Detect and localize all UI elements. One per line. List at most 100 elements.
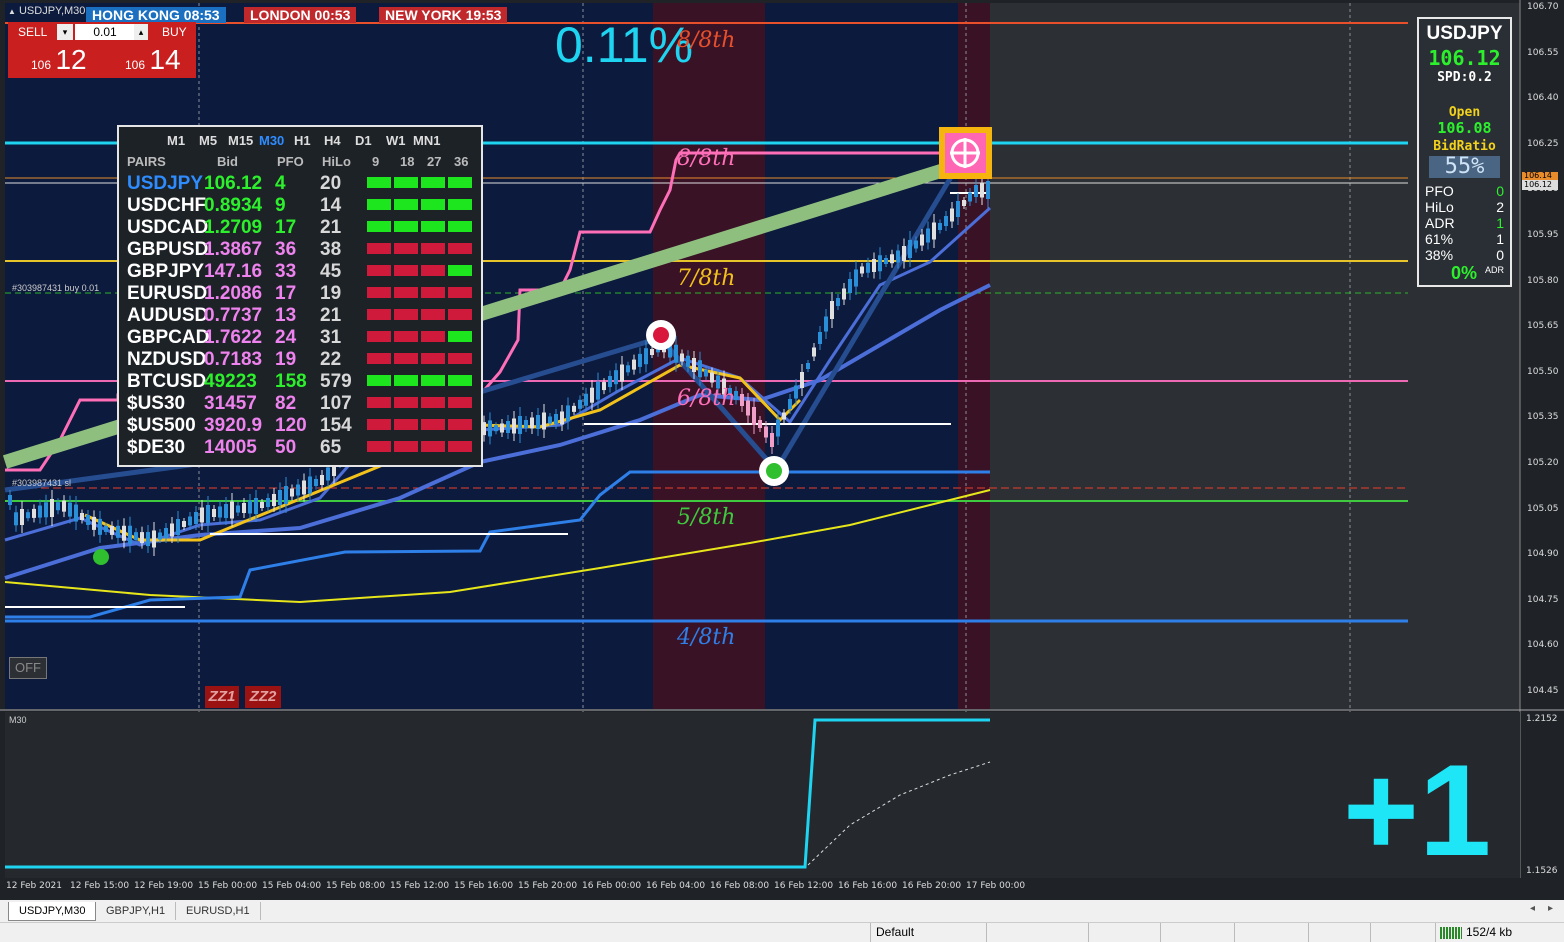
dashboard-row[interactable]: AUDUSD 0.7737 13 21 — [119, 305, 481, 327]
pair-hilo: 22 — [320, 349, 342, 370]
dashboard-row[interactable]: BTCUSD 49223 158 579 — [119, 371, 481, 393]
dashboard-row[interactable]: $US30 31457 82 107 — [119, 393, 481, 415]
session-hongkong: HONG KONG 08:53 — [86, 7, 226, 23]
timeframe-m15[interactable]: M15 — [228, 133, 253, 148]
candle-body — [116, 525, 120, 538]
chart-symbol-label: ▲ USDJPY,M30 — [8, 5, 85, 17]
trend-cell — [394, 441, 418, 452]
trend-cell — [394, 353, 418, 364]
pair-pfo: 17 — [275, 217, 297, 238]
octave-label-6: 6/8th — [677, 386, 736, 411]
pair-hilo: 31 — [320, 327, 342, 348]
pair-hilo: 65 — [320, 437, 342, 458]
sell-price[interactable]: 106 12 — [31, 44, 87, 76]
lot-decrease-button[interactable]: ▾ — [57, 24, 73, 40]
trend-cell — [421, 221, 445, 232]
pair-pfo: 120 — [275, 415, 307, 436]
lot-increase-button[interactable]: ▴ — [134, 24, 148, 40]
tab-scroll-right-icon[interactable]: ▸ — [1548, 903, 1553, 914]
pair-bid: 106.12 — [204, 173, 263, 194]
pair-hilo: 38 — [320, 239, 342, 260]
octave-label-5: 5/8th — [677, 505, 736, 530]
pair-pfo: 19 — [275, 349, 297, 370]
session-newyork: NEW YORK 19:53 — [379, 7, 508, 23]
candle-body — [764, 426, 768, 438]
pair-bid: 1.2086 — [204, 283, 263, 304]
trend-cell — [421, 287, 445, 298]
candle-body — [986, 181, 990, 199]
dashboard-row[interactable]: GBPUSD 1.3867 36 38 — [119, 239, 481, 261]
candle-body — [8, 495, 12, 505]
trend-cell — [394, 331, 418, 342]
trend-cell — [421, 177, 445, 188]
price-tick-label: 104.45 — [1527, 686, 1559, 696]
sell-button[interactable]: SELL — [18, 25, 47, 39]
trend-cell — [394, 375, 418, 386]
pair-name: GBPCAD — [127, 327, 210, 348]
timeframe-d1[interactable]: D1 — [355, 133, 372, 148]
candle-body — [176, 519, 180, 535]
candle-body — [278, 490, 282, 505]
lot-size-input[interactable]: 0.01 — [75, 24, 135, 40]
timeframe-h1[interactable]: H1 — [294, 133, 311, 148]
octave-label-8b: 8/8th — [677, 146, 736, 171]
timeframe-mn1[interactable]: MN1 — [413, 133, 440, 148]
pair-pfo: 82 — [275, 393, 297, 414]
candle-body — [536, 415, 540, 429]
dashboard-row[interactable]: GBPCAD 1.7622 24 31 — [119, 327, 481, 349]
dropdown-icon[interactable]: ▲ — [8, 7, 16, 16]
zz1-button[interactable]: ZZ1 — [205, 686, 239, 708]
pair-bid: 31457 — [204, 393, 257, 414]
price-tick-label: 105.95 — [1527, 230, 1559, 240]
price-tick-label: 105.20 — [1527, 458, 1559, 468]
pair-name: $US500 — [127, 415, 196, 436]
time-tick-label: 15 Feb 12:00 — [390, 881, 450, 891]
price-tick-label: 105.35 — [1527, 412, 1559, 423]
candle-body — [872, 259, 876, 272]
tab-usdjpy-m30[interactable]: USDJPY,M30 — [8, 902, 97, 921]
tab-eurusd-h1[interactable]: EURUSD,H1 — [176, 902, 261, 920]
trend-cell — [448, 199, 472, 210]
zz2-button[interactable]: ZZ2 — [245, 686, 281, 708]
off-button[interactable]: OFF — [9, 657, 47, 679]
buy-price-small: 106 — [125, 58, 146, 72]
candle-body — [26, 512, 30, 519]
dashboard-row[interactable]: EURUSD 1.2086 17 19 — [119, 283, 481, 305]
trend-cell — [421, 375, 445, 386]
candle-body — [560, 411, 564, 425]
trend-cell — [394, 177, 418, 188]
percent-change: 0.11% — [555, 17, 694, 73]
timeframe-w1[interactable]: W1 — [386, 133, 406, 148]
dashboard-row[interactable]: USDCAD 1.2709 17 21 — [119, 217, 481, 239]
candle-body — [518, 416, 522, 434]
candle-body — [740, 394, 744, 406]
timeframe-m1[interactable]: M1 — [167, 133, 185, 148]
candle-body — [134, 532, 138, 541]
tab-gbpjpy-h1[interactable]: GBPJPY,H1 — [96, 902, 177, 920]
pair-bid: 1.2709 — [204, 217, 263, 238]
dashboard-row[interactable]: $DE30 14005 50 65 — [119, 437, 481, 459]
header-bid: Bid — [217, 154, 238, 169]
tab-scroll-left-icon[interactable]: ◂ — [1530, 903, 1535, 914]
timeframe-h4[interactable]: H4 — [324, 133, 341, 148]
candle-body — [608, 376, 612, 388]
candle-body — [842, 288, 846, 300]
dashboard-row[interactable]: USDJPY 106.12 4 20 — [119, 173, 481, 195]
dashboard-row[interactable]: GBPJPY 147.16 33 45 — [119, 261, 481, 283]
trend-cell — [367, 375, 391, 386]
sl-order-label[interactable]: #303987431 sl — [12, 478, 71, 488]
timeframe-m5[interactable]: M5 — [199, 133, 217, 148]
buy-button[interactable]: BUY — [162, 25, 187, 39]
candle-body — [746, 400, 750, 416]
info-stat-key: 61% — [1425, 231, 1454, 247]
buy-order-label[interactable]: #303987431 buy 0.01 — [12, 283, 99, 293]
dashboard-row[interactable]: USDCHF 0.8934 9 14 — [119, 195, 481, 217]
dashboard-row[interactable]: $US500 3920.9 120 154 — [119, 415, 481, 437]
symbol-title: USDJPY,M30 — [18, 5, 86, 17]
buy-price[interactable]: 106 14 — [125, 44, 181, 76]
candle-body — [650, 349, 654, 355]
price-tick-label: 104.60 — [1527, 640, 1559, 651]
dashboard-row[interactable]: NZDUSD 0.7183 19 22 — [119, 349, 481, 371]
timeframe-m30[interactable]: M30 — [259, 133, 284, 148]
pair-hilo: 154 — [320, 415, 352, 436]
